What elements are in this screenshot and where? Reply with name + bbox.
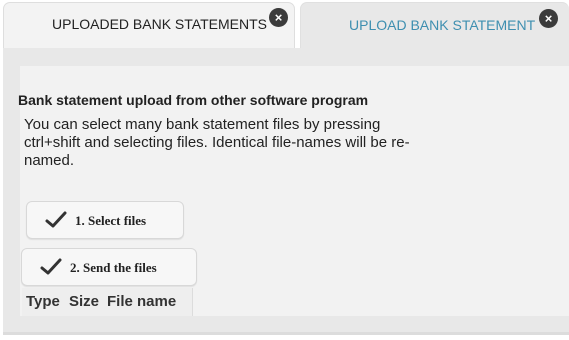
tab-uploaded-bank-statements[interactable]: UPLOADED BANK STATEMENTS ×: [3, 2, 295, 48]
tab-label: UPLOAD BANK STATEMENT: [349, 17, 536, 33]
send-files-label: 2. Send the files: [70, 260, 157, 275]
select-files-button[interactable]: 1. Select files: [26, 201, 184, 239]
send-files-button[interactable]: 2. Send the files: [21, 248, 197, 286]
close-icon[interactable]: ×: [269, 8, 288, 27]
close-icon[interactable]: ×: [539, 9, 558, 28]
file-table-header: Type Size File name: [22, 288, 193, 316]
page-title: Bank statement upload from other softwar…: [18, 92, 369, 108]
column-header-file-name[interactable]: File name: [107, 293, 176, 310]
checkmark-icon: [40, 258, 62, 275]
tab-label: UPLOADED BANK STATEMENTS: [52, 16, 267, 32]
column-header-type[interactable]: Type: [26, 293, 60, 310]
select-files-label: 1. Select files: [75, 213, 147, 228]
column-header-size[interactable]: Size: [69, 293, 99, 310]
checkmark-icon: [45, 211, 67, 228]
description-text: You can select many bank statement files…: [24, 116, 410, 169]
panel-bottom-border: [3, 332, 569, 335]
